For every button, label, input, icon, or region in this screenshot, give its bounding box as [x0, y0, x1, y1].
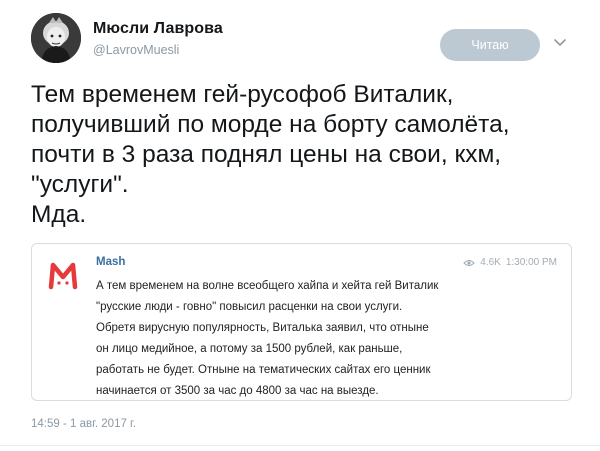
avatar[interactable]	[31, 13, 81, 63]
quoted-time: 1:30:00 PM	[505, 257, 557, 268]
avatar-image	[31, 13, 81, 63]
quoted-views: 4.6K	[480, 257, 501, 268]
mash-logo-icon	[48, 262, 78, 290]
divider	[0, 445, 600, 446]
tweet-card: Мюсли Лаврова @LavrovMuesli Читаю Тем вр…	[0, 0, 600, 451]
eye-icon	[463, 259, 475, 266]
quoted-source-name[interactable]: Mash	[96, 256, 125, 268]
author-name[interactable]: Мюсли Лаврова	[93, 20, 223, 38]
quoted-post-card[interactable]: Mash 4.6K 1:30:00 PM А тем временем на в…	[31, 243, 572, 401]
quoted-text: А тем временем на волне всеобщего хайпа …	[96, 280, 439, 397]
following-button[interactable]: Читаю	[440, 29, 540, 61]
quoted-post-meta: 4.6K 1:30:00 PM	[463, 257, 557, 268]
tweet-text: Тем временем гей-русофоб Виталик, получи…	[31, 81, 510, 228]
chevron-down-icon[interactable]	[552, 37, 568, 49]
author-handle[interactable]: @LavrovMuesli	[93, 43, 179, 57]
tweet-timestamp[interactable]: 14:59 - 1 авг. 2017 г.	[31, 418, 136, 430]
